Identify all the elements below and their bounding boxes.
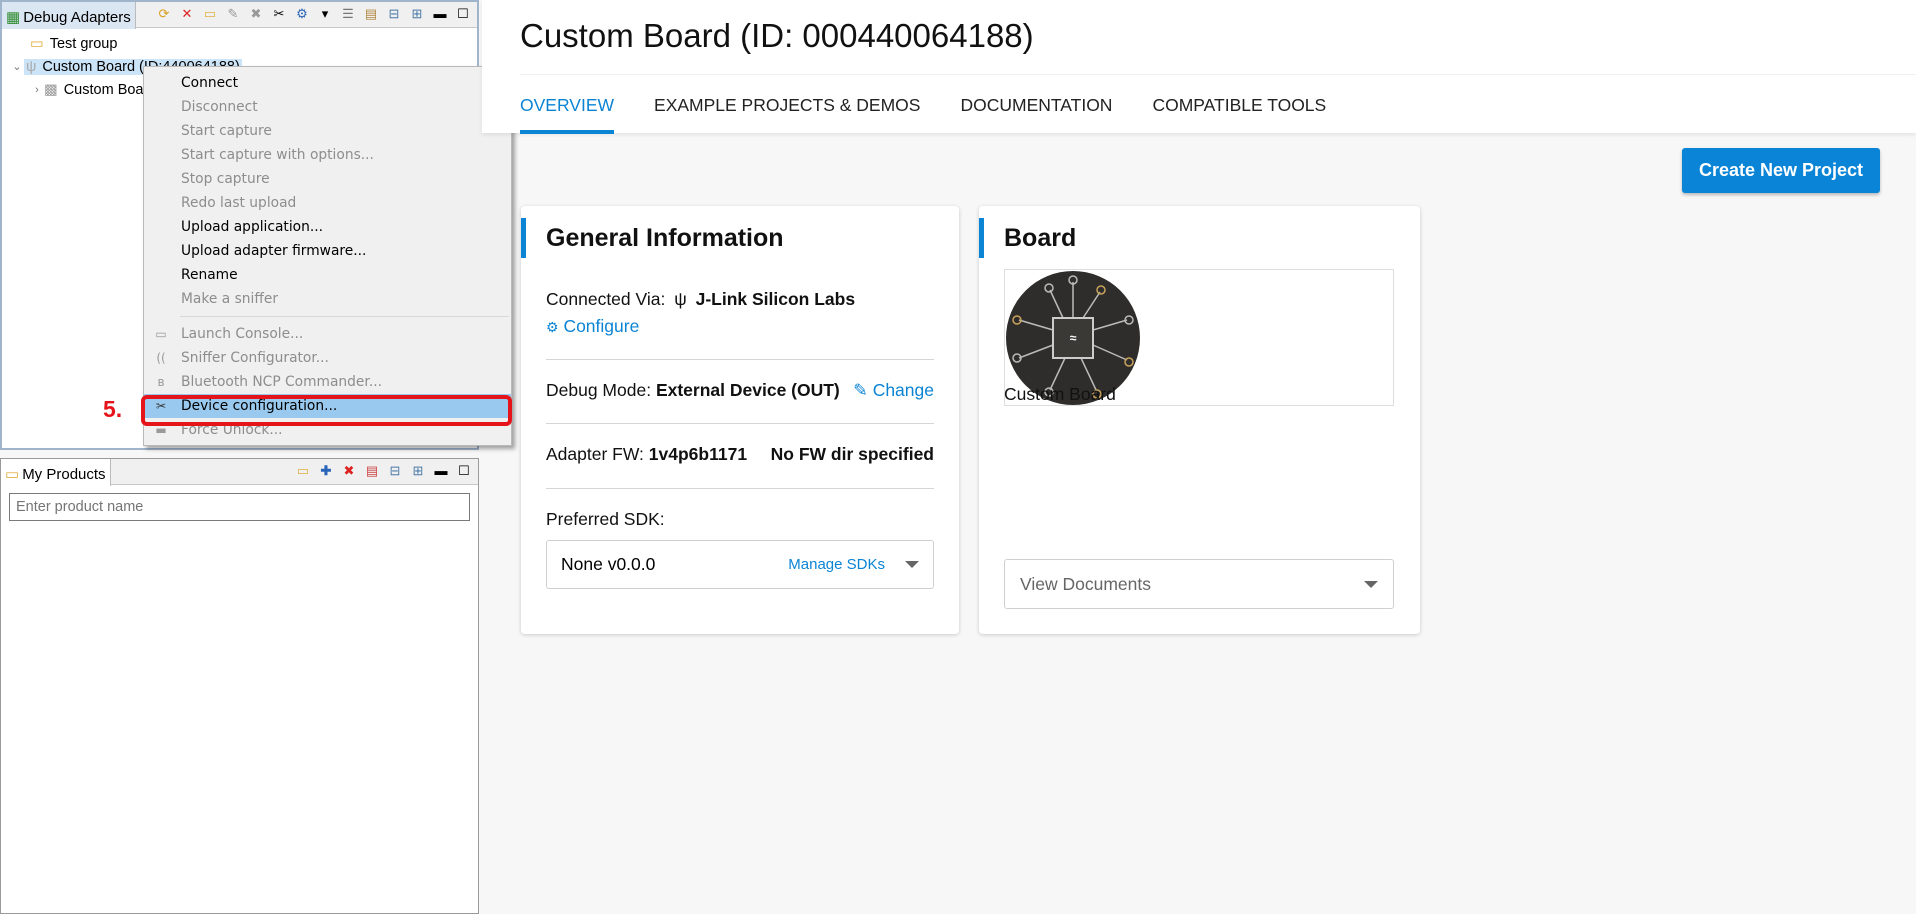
edit-icon[interactable]: ✎ bbox=[225, 6, 241, 22]
folder-icon: ▭ bbox=[5, 466, 20, 483]
menu-item-upload-application[interactable]: Upload application... bbox=[144, 215, 511, 239]
debug-adapters-tab[interactable]: ▦ Debug Adapters bbox=[2, 2, 136, 29]
product-search-input[interactable] bbox=[9, 493, 470, 521]
tab-compatible-tools[interactable]: COMPATIBLE TOOLS bbox=[1152, 75, 1326, 134]
chevron-right-icon[interactable]: › bbox=[30, 84, 44, 96]
bluetooth-icon: ʙ bbox=[157, 375, 165, 389]
delete-file-icon[interactable]: ▤ bbox=[364, 463, 380, 479]
general-information-card: General Information Connected Via: ψ J-L… bbox=[521, 206, 959, 634]
board-icon: ▩ bbox=[44, 81, 58, 98]
folder-icon: ▭ bbox=[30, 35, 44, 52]
divider bbox=[546, 423, 934, 424]
menu-item-upload-adapter-firmware[interactable]: Upload adapter firmware... bbox=[144, 239, 511, 263]
main-tabs: OVERVIEW EXAMPLE PROJECTS & DEMOS DOCUME… bbox=[520, 74, 1916, 134]
my-products-tab[interactable]: ▭ My Products bbox=[1, 459, 111, 486]
menu-item-disconnect[interactable]: Disconnect bbox=[144, 95, 511, 119]
tree-item-test-group[interactable]: ▭ Test group bbox=[2, 32, 477, 55]
board-card: Board ≈ Custom Board View Documents bbox=[979, 206, 1420, 634]
page-title: Custom Board (ID: 000440064188) bbox=[520, 17, 1034, 54]
debug-adapters-tabbar: ▦ Debug Adapters ⟳ ✕ ▭ ✎ ✖ ✂ ⚙ ▾ ☰ ▤ ⊟ ⊞ … bbox=[2, 2, 477, 29]
add-icon[interactable]: ✚ bbox=[318, 463, 334, 479]
create-new-project-button[interactable]: Create New Project bbox=[1682, 148, 1880, 193]
card-title: General Information bbox=[521, 218, 784, 258]
pencil-icon: ✎ bbox=[853, 380, 868, 400]
menu-item-bluetooth-ncp[interactable]: ʙ Bluetooth NCP Commander... bbox=[144, 370, 511, 394]
board-name: Custom Board bbox=[1004, 384, 1116, 404]
collapse-all-icon[interactable]: ⊟ bbox=[387, 463, 403, 479]
expand-all-icon[interactable]: ⊞ bbox=[410, 463, 426, 479]
manage-sdks-link[interactable]: Manage SDKs bbox=[788, 556, 885, 573]
collapse-all-icon[interactable]: ⊟ bbox=[386, 6, 402, 22]
maximize-icon[interactable]: ☐ bbox=[456, 463, 472, 479]
divider bbox=[546, 359, 934, 360]
step-annotation: 5. bbox=[103, 396, 123, 422]
remove-icon[interactable]: ✖ bbox=[341, 463, 357, 479]
configure-link[interactable]: ⚙ Configure bbox=[546, 316, 934, 337]
menu-item-make-sniffer[interactable]: Make a sniffer bbox=[144, 287, 511, 311]
divider bbox=[546, 488, 934, 489]
minimize-icon[interactable]: ▬ bbox=[433, 463, 449, 479]
caret-down-icon bbox=[1364, 580, 1378, 588]
chevron-down-icon[interactable]: ⌄ bbox=[10, 60, 24, 73]
sdk-select[interactable]: None v0.0.0 Manage SDKs bbox=[546, 540, 934, 589]
highlight-box bbox=[141, 395, 512, 426]
my-products-toolbar: ▭ ✚ ✖ ▤ ⊟ ⊞ ▬ ☐ bbox=[295, 463, 472, 479]
expand-all-icon[interactable]: ⊞ bbox=[409, 6, 425, 22]
adapter-fw-row: Adapter FW: 1v4p6b1171 No FW dir specifi… bbox=[546, 444, 934, 464]
refresh-icon[interactable]: ⟳ bbox=[156, 6, 172, 22]
change-link[interactable]: ✎ Change bbox=[853, 380, 934, 401]
preferred-sdk-label: Preferred SDK: bbox=[546, 509, 665, 529]
debug-mode-row: Debug Mode: External Device (OUT) ✎ Chan… bbox=[546, 380, 934, 401]
svg-text:≈: ≈ bbox=[1070, 331, 1077, 345]
menu-item-rename[interactable]: Rename bbox=[144, 263, 511, 287]
context-menu: Connect Disconnect Start capture Start c… bbox=[143, 66, 512, 446]
menu-item-stop-capture[interactable]: Stop capture bbox=[144, 167, 511, 191]
detail-view-icon[interactable]: ▤ bbox=[363, 6, 379, 22]
tab-overview[interactable]: OVERVIEW bbox=[520, 75, 615, 134]
usb-icon: ψ bbox=[26, 58, 37, 75]
tools-icon[interactable]: ✂ bbox=[271, 6, 287, 22]
fw-dir-status: No FW dir specified bbox=[770, 444, 934, 464]
page-header: Custom Board (ID: 000440064188) OVERVIEW… bbox=[482, 0, 1916, 134]
tab-documentation[interactable]: DOCUMENTATION bbox=[960, 75, 1112, 134]
debug-adapters-toolbar: ⟳ ✕ ▭ ✎ ✖ ✂ ⚙ ▾ ☰ ▤ ⊟ ⊞ ▬ ☐ bbox=[156, 6, 471, 22]
gears-icon: ⚙ bbox=[546, 319, 559, 335]
menu-item-connect[interactable]: Connect bbox=[144, 71, 511, 95]
usb-icon: ψ bbox=[674, 289, 687, 309]
card-title: Board bbox=[979, 218, 1076, 258]
antenna-icon: (( bbox=[156, 351, 166, 365]
menu-item-start-capture[interactable]: Start capture bbox=[144, 119, 511, 143]
menu-item-redo-upload[interactable]: Redo last upload bbox=[144, 191, 511, 215]
menu-item-launch-console[interactable]: ▭ Launch Console... bbox=[144, 322, 511, 346]
debug-adapters-icon: ▦ bbox=[6, 9, 21, 26]
dropdown-icon[interactable]: ▾ bbox=[317, 6, 333, 22]
my-products-panel: ▭ My Products ▭ ✚ ✖ ▤ ⊟ ⊞ ▬ ☐ bbox=[0, 458, 479, 914]
gear-icon[interactable]: ⚙ bbox=[294, 6, 310, 22]
view-documents-select[interactable]: View Documents bbox=[1004, 559, 1394, 609]
new-folder-icon[interactable]: ▭ bbox=[295, 463, 311, 479]
connected-via-row: Connected Via: ψ J-Link Silicon Labs bbox=[546, 289, 856, 309]
menu-item-sniffer-configurator[interactable]: ((Sniffer Configurator... bbox=[144, 346, 511, 370]
maximize-icon[interactable]: ☐ bbox=[455, 6, 471, 22]
console-icon: ▭ bbox=[155, 327, 167, 341]
list-view-icon[interactable]: ☰ bbox=[340, 6, 356, 22]
delete-icon[interactable]: ✖ bbox=[248, 6, 264, 22]
menu-separator bbox=[180, 316, 509, 317]
my-products-tabbar: ▭ My Products ▭ ✚ ✖ ▤ ⊟ ⊞ ▬ ☐ bbox=[1, 459, 478, 486]
minimize-icon[interactable]: ▬ bbox=[432, 6, 448, 22]
caret-down-icon bbox=[905, 561, 919, 568]
menu-item-start-capture-options[interactable]: Start capture with options... bbox=[144, 143, 511, 167]
tab-example-projects[interactable]: EXAMPLE PROJECTS & DEMOS bbox=[654, 75, 920, 134]
disconnect-icon[interactable]: ✕ bbox=[179, 6, 195, 22]
new-folder-icon[interactable]: ▭ bbox=[202, 6, 218, 22]
